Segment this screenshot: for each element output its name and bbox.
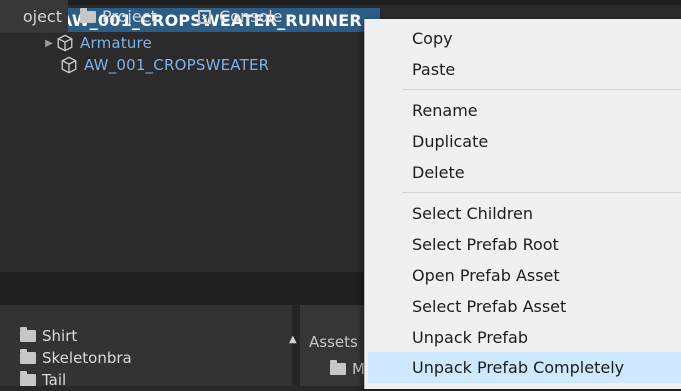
menu-item-unpack-prefab[interactable]: Unpack Prefab [364, 322, 681, 353]
tab-project-label: Project [102, 7, 157, 26]
menu-item-select-children[interactable]: Select Children [364, 198, 681, 229]
folder-item-label: Tail [42, 371, 67, 389]
folder-item-shirt[interactable]: Shirt [20, 325, 77, 347]
breadcrumb-assets[interactable]: Assets [309, 333, 358, 351]
menu-item-paste[interactable]: Paste [364, 54, 681, 85]
tab-project-active-label: oject [22, 7, 62, 26]
folder-item-label: Shirt [42, 327, 78, 345]
asset-folder-item[interactable]: M [330, 360, 365, 378]
menu-item-select-prefab-root[interactable]: Select Prefab Root [364, 229, 681, 260]
menu-item-delete[interactable]: Delete [364, 157, 681, 188]
tab-console-label: Console [219, 7, 283, 26]
scroll-up-arrow-icon[interactable]: ▲ [289, 334, 297, 345]
tab-console[interactable]: Console [198, 0, 283, 33]
console-icon [198, 9, 211, 24]
asset-folder-label: M [352, 360, 365, 378]
menu-separator [402, 192, 681, 193]
folder-icon [20, 349, 36, 364]
prefab-cube-icon [57, 34, 73, 52]
folder-icon [80, 7, 96, 23]
tab-project-active[interactable]: oject [0, 0, 68, 33]
triangle-right-icon[interactable]: ▶ [42, 38, 56, 49]
folder-icon [20, 327, 36, 342]
menu-item-copy[interactable]: Copy [364, 23, 681, 54]
menu-item-select-prefab-asset[interactable]: Select Prefab Asset [364, 291, 681, 322]
menu-item-open-prefab-asset[interactable]: Open Prefab Asset [364, 260, 681, 291]
panel-splitter[interactable] [292, 305, 300, 386]
menu-separator [402, 89, 681, 90]
tab-project[interactable]: Project [80, 0, 157, 33]
hierarchy-item-mesh[interactable]: AW_001_CROPSWEATER [0, 53, 269, 77]
folder-item-skeletonbra[interactable]: Skeletonbra [20, 347, 132, 369]
folder-item-tail[interactable]: Tail [20, 369, 66, 391]
folder-item-label: Skeletonbra [42, 349, 132, 367]
hierarchy-item-armature-label: Armature [80, 34, 153, 52]
hierarchy-item-armature[interactable]: ▶ Armature [0, 31, 152, 55]
menu-item-duplicate[interactable]: Duplicate [364, 126, 681, 157]
menu-item-rename[interactable]: Rename [364, 95, 681, 126]
prefab-cube-icon [61, 56, 77, 74]
folder-icon [20, 371, 36, 386]
hierarchy-item-mesh-label: AW_001_CROPSWEATER [84, 56, 270, 74]
folder-icon [330, 360, 346, 375]
menu-item-unpack-prefab-completely[interactable]: Unpack Prefab Completely [368, 352, 681, 383]
